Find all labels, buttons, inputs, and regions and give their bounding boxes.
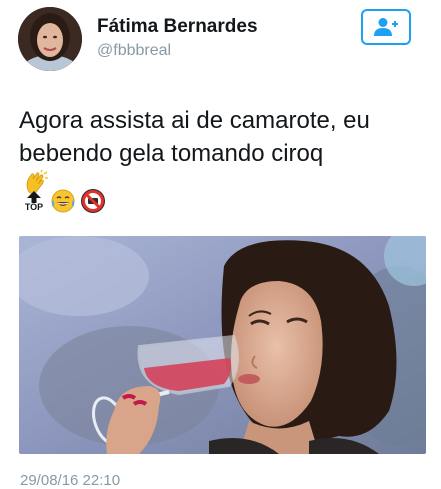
tweet-card: Fátima Bernardes @fbbbreal Agora assista…: [0, 0, 441, 489]
timestamp[interactable]: 29/08/16 22:10: [20, 472, 120, 489]
avatar[interactable]: [18, 7, 82, 71]
author-info: Fátima Bernardes @fbbbreal: [97, 15, 258, 61]
photo-image: [19, 236, 426, 454]
top-label: TOP: [24, 201, 44, 212]
tears-of-joy-face-icon: [51, 189, 75, 213]
author-handle[interactable]: @fbbbreal: [97, 41, 258, 61]
tweet-media-photo[interactable]: [19, 236, 426, 454]
no-entry-sign-icon: [81, 189, 105, 213]
follow-button[interactable]: [361, 9, 411, 45]
tweet-text-line-2-text: bebendo gela tomando ciroq: [19, 140, 324, 167]
emoji-row: TOP: [21, 186, 107, 216]
author-name[interactable]: Fátima Bernardes: [97, 15, 258, 39]
tweet-text-line-1: Agora assista ai de camarote, eu: [19, 107, 370, 134]
top-arrow-icon: TOP: [21, 190, 47, 212]
avatar-portrait: [18, 7, 82, 71]
add-user-icon: [374, 18, 398, 36]
